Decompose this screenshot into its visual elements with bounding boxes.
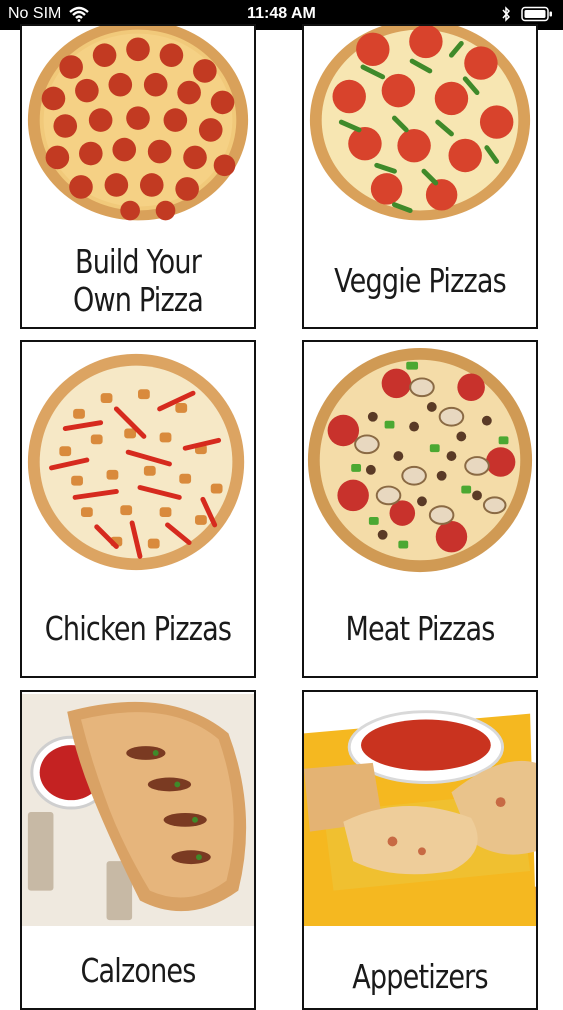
category-label: Calzones (80, 951, 196, 990)
veggie-pizza-image (304, 26, 536, 226)
meat-pizza-image (304, 346, 536, 576)
appetizers-image (304, 692, 536, 928)
status-right (501, 6, 553, 22)
category-card-appetizers[interactable]: Appetizers (302, 690, 538, 1010)
chicken-pizza-image (22, 348, 254, 574)
category-label: Meat Pizzas (345, 609, 495, 648)
battery-icon (521, 6, 552, 22)
category-label: Veggie Pizzas (334, 261, 507, 300)
calzone-image (22, 692, 254, 928)
clock: 11:48 AM (247, 5, 316, 22)
category-label: Build Your Own Pizza (72, 242, 204, 319)
category-card-calzones[interactable]: Calzones (20, 690, 256, 1010)
category-card-veggie-pizzas[interactable]: Veggie Pizzas (302, 24, 538, 329)
pepperoni-pizza-image (22, 26, 254, 226)
category-label: Chicken Pizzas (44, 609, 232, 648)
category-card-meat-pizzas[interactable]: Meat Pizzas (302, 340, 538, 678)
category-card-build-your-own[interactable]: Build Your Own Pizza (20, 24, 256, 329)
category-card-chicken-pizzas[interactable]: Chicken Pizzas (20, 340, 256, 678)
category-label: Appetizers (352, 957, 488, 996)
bluetooth-icon (502, 6, 511, 22)
